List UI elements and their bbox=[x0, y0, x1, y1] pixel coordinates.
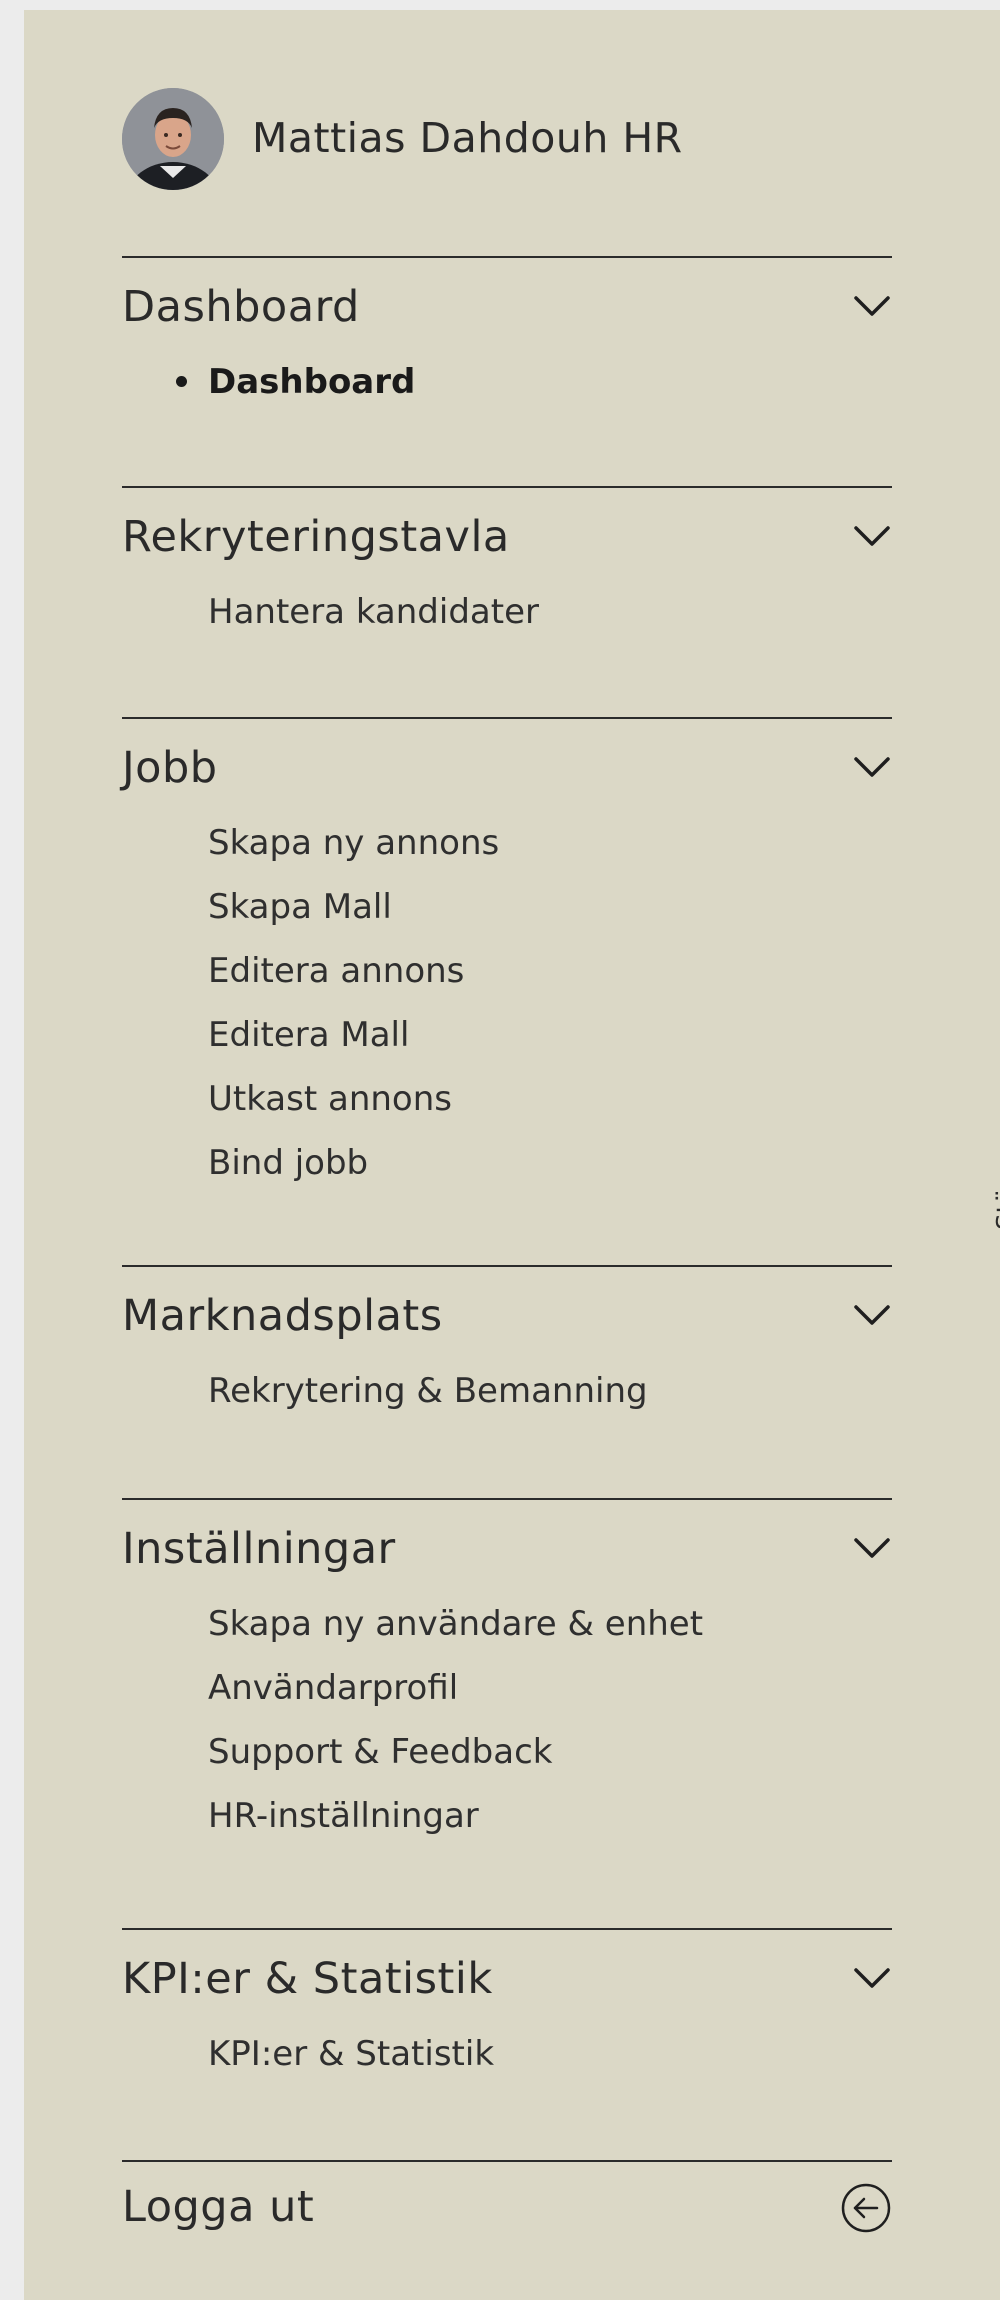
menu-item-bind-jobb[interactable]: Bind jobb bbox=[208, 1143, 499, 1207]
profile-name: Mattias Dahdouh HR bbox=[252, 114, 683, 162]
section-jobb: Jobb Skapa ny annons Skapa Mall Editera … bbox=[122, 717, 892, 1183]
section-items: Rekrytering & Bemanning bbox=[208, 1371, 648, 1435]
menu-item-label: Dashboard bbox=[208, 362, 416, 402]
chevron-down-icon[interactable] bbox=[852, 1299, 892, 1329]
menu-item-support-feedback[interactable]: Support & Feedback bbox=[208, 1732, 703, 1796]
menu-item-anvandarprofil[interactable]: Användarprofil bbox=[208, 1668, 703, 1732]
menu-item-kpi-statistik[interactable]: KPI:er & Statistik bbox=[208, 2034, 494, 2098]
section-installningar: Inställningar Skapa ny användare & enhet… bbox=[122, 1498, 892, 1836]
section-title: Marknadsplats bbox=[122, 1291, 443, 1341]
close-panel-button[interactable]: Stäng bbox=[992, 1154, 1000, 1230]
section-rekryteringstavla: Rekryteringstavla Hantera kandidater bbox=[122, 486, 892, 632]
side-menu-panel: Mattias Dahdouh HR Dashboard Dashboard R… bbox=[24, 10, 1000, 2300]
section-kpi-statistik: KPI:er & Statistik KPI:er & Statistik bbox=[122, 1928, 892, 2074]
avatar bbox=[122, 88, 224, 190]
menu-item-utkast-annons[interactable]: Utkast annons bbox=[208, 1079, 499, 1143]
section-items: Hantera kandidater bbox=[208, 592, 539, 656]
section-items: Skapa ny användare & enhet Användarprofi… bbox=[208, 1604, 703, 1860]
section-items: KPI:er & Statistik bbox=[208, 2034, 494, 2098]
section-marknadsplats: Marknadsplats Rekrytering & Bemanning bbox=[122, 1265, 892, 1411]
section-header-marknadsplats[interactable]: Marknadsplats bbox=[122, 1291, 892, 1343]
avatar-image bbox=[122, 88, 224, 190]
menu-item-hr-installningar[interactable]: HR-inställningar bbox=[208, 1796, 703, 1860]
menu-item-editera-annons[interactable]: Editera annons bbox=[208, 951, 499, 1015]
arrow-left-circle-icon[interactable] bbox=[840, 2182, 892, 2234]
menu-item-skapa-mall[interactable]: Skapa Mall bbox=[208, 887, 499, 951]
section-title: Dashboard bbox=[122, 282, 360, 332]
menu-item-dashboard[interactable]: Dashboard bbox=[176, 362, 416, 426]
section-title: Rekryteringstavla bbox=[122, 512, 510, 562]
section-header-dashboard[interactable]: Dashboard bbox=[122, 282, 892, 334]
section-title: KPI:er & Statistik bbox=[122, 1954, 493, 2004]
logout-label: Logga ut bbox=[122, 2182, 315, 2232]
chevron-down-icon[interactable] bbox=[852, 751, 892, 781]
section-title: Jobb bbox=[122, 743, 218, 793]
user-profile[interactable]: Mattias Dahdouh HR bbox=[122, 88, 892, 192]
section-header-jobb[interactable]: Jobb bbox=[122, 743, 892, 795]
menu-item-skapa-ny-annons[interactable]: Skapa ny annons bbox=[208, 823, 499, 887]
section-header-installningar[interactable]: Inställningar bbox=[122, 1524, 892, 1576]
menu-item-rekrytering-bemanning[interactable]: Rekrytering & Bemanning bbox=[208, 1371, 648, 1435]
menu-item-editera-mall[interactable]: Editera Mall bbox=[208, 1015, 499, 1079]
menu-item-hantera-kandidater[interactable]: Hantera kandidater bbox=[208, 592, 539, 656]
section-header-rekryteringstavla[interactable]: Rekryteringstavla bbox=[122, 512, 892, 564]
app-window: Mattias Dahdouh HR Dashboard Dashboard R… bbox=[0, 0, 1000, 2300]
section-items: Dashboard bbox=[176, 362, 416, 426]
active-bullet bbox=[176, 376, 187, 387]
chevron-down-icon[interactable] bbox=[852, 520, 892, 550]
section-dashboard: Dashboard Dashboard bbox=[122, 256, 892, 402]
section-items: Skapa ny annons Skapa Mall Editera annon… bbox=[208, 823, 499, 1207]
chevron-down-icon[interactable] bbox=[852, 1962, 892, 1992]
chevron-down-icon[interactable] bbox=[852, 290, 892, 320]
section-header-kpi-statistik[interactable]: KPI:er & Statistik bbox=[122, 1954, 892, 2006]
menu-item-skapa-ny-anvandare[interactable]: Skapa ny användare & enhet bbox=[208, 1604, 703, 1668]
logout-button[interactable]: Logga ut bbox=[122, 2160, 892, 2262]
chevron-down-icon[interactable] bbox=[852, 1532, 892, 1562]
section-title: Inställningar bbox=[122, 1524, 396, 1574]
